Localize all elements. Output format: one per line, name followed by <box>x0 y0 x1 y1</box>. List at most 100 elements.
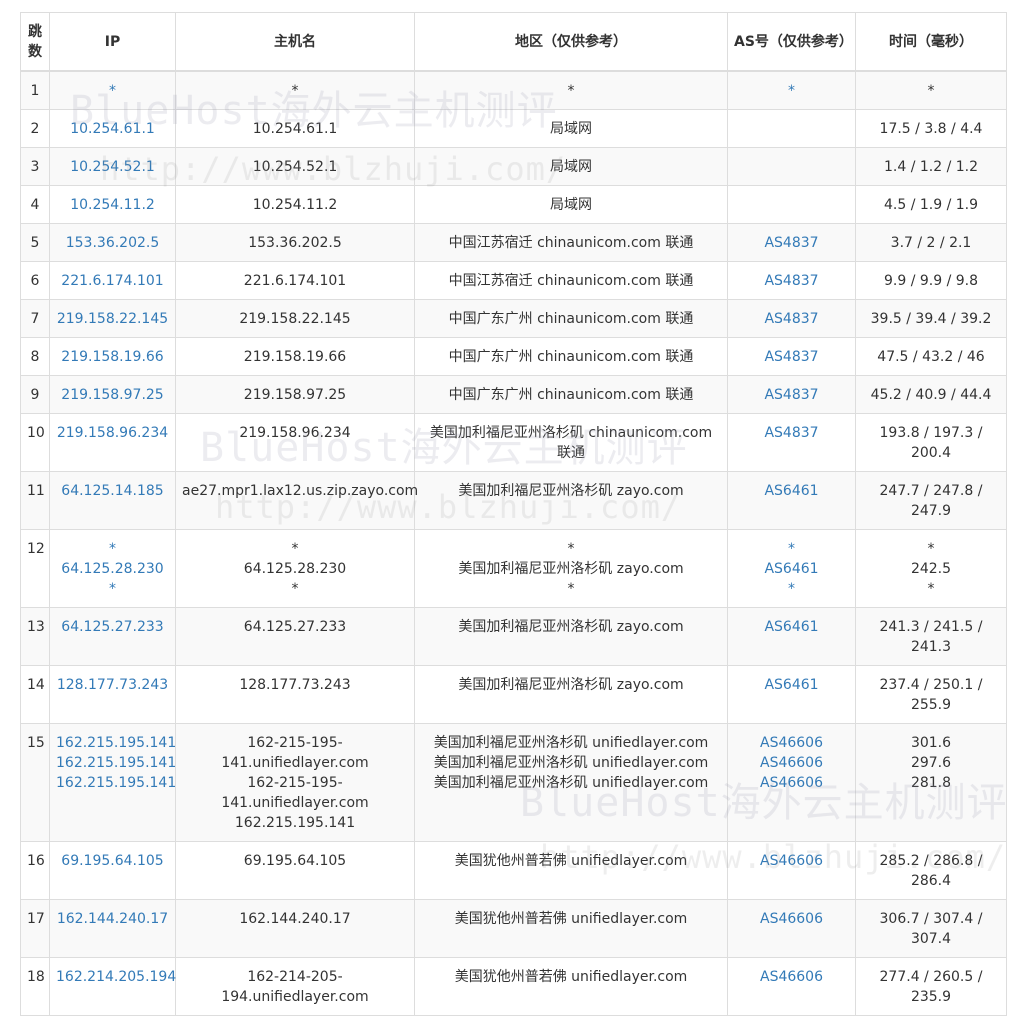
cell-ip-value[interactable]: 64.125.28.230 <box>56 559 169 579</box>
cell-asn: AS6461 <box>727 471 856 530</box>
cell-ip-value[interactable]: 219.158.19.66 <box>56 347 169 367</box>
cell-asn-value[interactable]: AS4837 <box>734 309 849 329</box>
cell-region: 中国江苏宿迁 chinaunicom.com 联通 <box>414 223 728 262</box>
traceroute-table: 跳数 IP 主机名 地区（仅供参考） AS号（仅供参考） 时间（毫秒） 1 * * *… <box>20 12 1007 1016</box>
table-row: 6 221.6.174.101 221.6.174.101 中国江苏宿迁 chinau… <box>20 261 1007 300</box>
cell-time-value: 1.4 / 1.2 / 1.2 <box>883 159 979 175</box>
cell-region: 美国犹他州普若佛 unifiedlayer.com <box>414 899 728 958</box>
cell-hostname-value: 64.125.27.233 <box>243 619 347 635</box>
cell-region-value: 美国犹他州普若佛 unifiedlayer.com <box>454 969 688 985</box>
cell-asn: AS46606 <box>727 899 856 958</box>
cell-region-value: 美国犹他州普若佛 unifiedlayer.com <box>454 911 688 927</box>
cell-time: 1.4 / 1.2 / 1.2 <box>855 147 1007 186</box>
cell-hostname: 10.254.52.1 <box>175 147 415 186</box>
cell-hostname: 162.144.240.17 <box>175 899 415 958</box>
cell-hostname: 219.158.19.66 <box>175 337 415 376</box>
cell-asn-value[interactable]: AS4837 <box>734 385 849 405</box>
cell-ip-value[interactable]: 219.158.97.25 <box>56 385 169 405</box>
cell-ip-value[interactable]: 162.215.195.141 <box>56 733 176 753</box>
cell-region-value: * <box>567 581 575 597</box>
cell-ip: 10.254.61.1 <box>49 109 176 148</box>
cell-asn-value[interactable]: AS6461 <box>734 675 849 695</box>
cell-ip-value[interactable]: 221.6.174.101 <box>56 271 169 291</box>
table-row: 3 10.254.52.1 10.254.52.1 局域网 1.4 / 1.2 / 1.… <box>20 147 1007 186</box>
cell-region-value: * <box>567 83 575 99</box>
cell-asn-value[interactable]: AS6461 <box>734 481 849 501</box>
cell-ip-value[interactable]: 64.125.14.185 <box>56 481 169 501</box>
cell-ip-value[interactable]: 64.125.27.233 <box>56 617 169 637</box>
cell-ip-value[interactable]: 128.177.73.243 <box>56 675 169 695</box>
cell-hostname-value: 10.254.61.1 <box>252 121 338 137</box>
cell-hostname-value: 219.158.22.145 <box>239 311 351 327</box>
cell-asn-value[interactable]: AS4837 <box>734 271 849 291</box>
header-region: 地区（仅供参考） <box>414 12 728 72</box>
cell-region-value: 中国江苏宿迁 chinaunicom.com 联通 <box>448 235 694 251</box>
header-time: 时间（毫秒） <box>855 12 1007 72</box>
table-row: 17 162.144.240.17 162.144.240.17 美国犹他州普若佛 u… <box>20 899 1007 958</box>
cell-time-value: 4.5 / 1.9 / 1.9 <box>883 197 979 213</box>
cell-asn-value[interactable]: AS46606 <box>734 967 849 987</box>
cell-time-value: 3.7 / 2 / 2.1 <box>890 235 972 251</box>
cell-hop: 13 <box>20 607 50 666</box>
cell-ip-value[interactable]: 162.215.195.141 <box>56 773 176 793</box>
cell-asn-value[interactable]: AS6461 <box>734 559 849 579</box>
cell-region-value: 美国加利福尼亚州洛杉矶 unifiedlayer.com <box>433 775 709 791</box>
cell-ip-value[interactable]: 69.195.64.105 <box>56 851 169 871</box>
cell-hop: 18 <box>20 957 50 1016</box>
cell-time: 285.2 / 286.8 / 286.4 <box>855 841 1007 900</box>
table-row: 4 10.254.11.2 10.254.11.2 局域网 4.5 / 1.9 / 1.… <box>20 185 1007 224</box>
cell-ip: 162.144.240.17 <box>49 899 176 958</box>
cell-time-value: 247.7 / 247.8 / 247.9 <box>879 483 983 519</box>
cell-region-value: 美国加利福尼亚州洛杉矶 chinaunicom.com 联通 <box>429 425 713 461</box>
cell-ip: 219.158.97.25 <box>49 375 176 414</box>
cell-ip: 69.195.64.105 <box>49 841 176 900</box>
cell-asn-value[interactable]: AS4837 <box>734 233 849 253</box>
cell-ip-value[interactable]: 162.144.240.17 <box>56 909 169 929</box>
cell-asn <box>727 109 856 148</box>
cell-hostname-value: 128.177.73.243 <box>239 677 351 693</box>
cell-ip: 10.254.11.2 <box>49 185 176 224</box>
header-hostname: 主机名 <box>175 12 415 72</box>
table-row: 16 69.195.64.105 69.195.64.105 美国犹他州普若佛 uni… <box>20 841 1007 900</box>
cell-region-value: 中国广东广州 chinaunicom.com 联通 <box>448 387 694 403</box>
cell-hostname-value: 10.254.52.1 <box>252 159 338 175</box>
cell-asn-value[interactable]: AS6461 <box>734 617 849 637</box>
cell-hostname: 219.158.97.25 <box>175 375 415 414</box>
cell-ip-value[interactable]: 219.158.22.145 <box>56 309 169 329</box>
cell-asn-value[interactable]: AS4837 <box>734 347 849 367</box>
cell-asn: AS46606 AS46606 AS46606 <box>727 723 856 842</box>
cell-ip-value: * <box>109 581 116 597</box>
cell-ip: * 64.125.28.230 * <box>49 529 176 608</box>
cell-region: 美国犹他州普若佛 unifiedlayer.com <box>414 957 728 1016</box>
cell-ip-value[interactable]: 162.215.195.141 <box>56 753 176 773</box>
cell-time-value: 306.7 / 307.4 / 307.4 <box>879 911 983 947</box>
cell-hostname-value: * <box>291 83 299 99</box>
cell-time: 193.8 / 197.3 / 200.4 <box>855 413 1007 472</box>
cell-ip-value[interactable]: 219.158.96.234 <box>56 423 169 443</box>
cell-ip-value[interactable]: 10.254.11.2 <box>56 195 169 215</box>
cell-ip-value[interactable]: 10.254.52.1 <box>56 157 169 177</box>
cell-asn-value[interactable]: AS4837 <box>734 423 849 443</box>
cell-asn-value[interactable]: AS46606 <box>734 773 849 793</box>
table-body: 1 * * * * * 2 10.254.61.1 10.254.61.1 局域网 17.5 / 3… <box>20 70 1007 1016</box>
cell-region: 美国加利福尼亚州洛杉矶 zayo.com <box>414 607 728 666</box>
table-row: 8 219.158.19.66 219.158.19.66 中国广东广州 chinau… <box>20 337 1007 376</box>
cell-ip-value[interactable]: 162.214.205.194 <box>56 967 176 987</box>
cell-asn-value[interactable]: AS46606 <box>734 851 849 871</box>
cell-asn: AS46606 <box>727 841 856 900</box>
cell-hostname: 162-214-205-194.unifiedlayer.com <box>175 957 415 1016</box>
cell-ip: 221.6.174.101 <box>49 261 176 300</box>
cell-ip-value[interactable]: 10.254.61.1 <box>56 119 169 139</box>
cell-time: 47.5 / 43.2 / 46 <box>855 337 1007 376</box>
cell-ip-value: * <box>109 541 116 557</box>
cell-time: * <box>855 70 1007 110</box>
cell-ip: * <box>49 70 176 110</box>
cell-ip-value[interactable]: 153.36.202.5 <box>56 233 169 253</box>
table-row: 2 10.254.61.1 10.254.61.1 局域网 17.5 / 3.8 / 4… <box>20 109 1007 148</box>
cell-asn-value[interactable]: AS46606 <box>734 909 849 929</box>
cell-hop: 11 <box>20 471 50 530</box>
cell-time: 4.5 / 1.9 / 1.9 <box>855 185 1007 224</box>
cell-hop: 12 <box>20 529 50 608</box>
cell-asn-value[interactable]: AS46606 <box>734 753 849 773</box>
cell-asn-value[interactable]: AS46606 <box>734 733 849 753</box>
